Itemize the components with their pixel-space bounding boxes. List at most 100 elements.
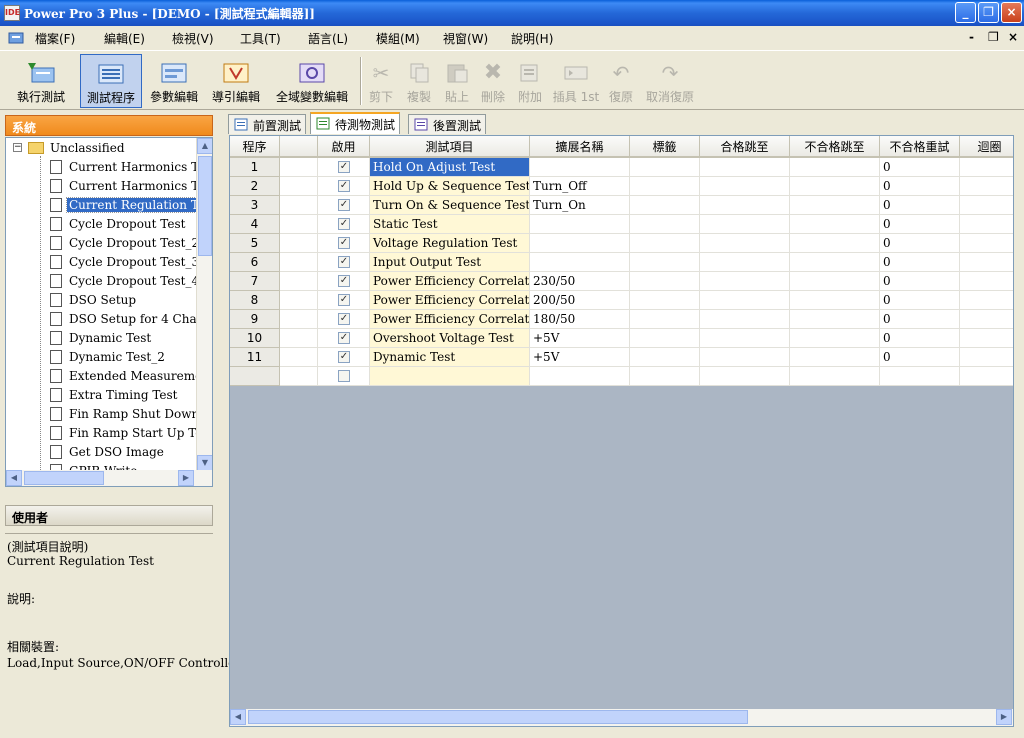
tree-item[interactable]: Get DSO Image [6, 443, 196, 462]
row-number-cell[interactable]: 1 [230, 158, 280, 177]
grid-column-header[interactable]: 標籤 [630, 136, 700, 158]
hscroll-thumb[interactable] [24, 471, 104, 485]
tree-item[interactable]: Dynamic Test_2 [6, 348, 196, 367]
grid-cell[interactable] [280, 234, 318, 253]
extension-name-cell[interactable]: 200/50 [530, 291, 630, 310]
mdi-restore-button[interactable]: ❐ [988, 30, 999, 44]
grid-cell[interactable] [790, 158, 880, 177]
tree-item[interactable]: DSO Setup for 4 Channels [6, 310, 212, 329]
grid-cell[interactable] [280, 196, 318, 215]
grid-hscroll-thumb[interactable] [248, 710, 748, 724]
grid-cell[interactable] [630, 177, 700, 196]
grid-cell[interactable] [630, 310, 700, 329]
cut-button[interactable]: ✂ 剪下 [364, 54, 398, 108]
test-item-cell[interactable]: Hold Up & Sequence Test [370, 177, 530, 196]
test-item-cell[interactable]: Turn On & Sequence Test [370, 196, 530, 215]
fail-retry-cell[interactable]: 0 [880, 310, 960, 329]
menu-module[interactable]: 模組(M) [376, 30, 420, 47]
scroll-left-button[interactable]: ◀ [6, 470, 22, 486]
row-number-cell[interactable]: 3 [230, 196, 280, 215]
grid-cell[interactable] [280, 367, 318, 386]
tree-item[interactable]: Extended Measurement Te [6, 367, 212, 386]
row-number-cell[interactable]: 6 [230, 253, 280, 272]
grid-cell[interactable] [960, 310, 1013, 329]
test-item-cell[interactable] [370, 367, 530, 386]
grid-cell[interactable] [630, 158, 700, 177]
tree-item[interactable]: Extra Timing Test [6, 386, 196, 405]
grid-cell[interactable] [700, 234, 790, 253]
enabled-checkbox[interactable]: ✓ [338, 351, 350, 363]
grid-cell[interactable] [960, 253, 1013, 272]
grid-cell[interactable] [700, 272, 790, 291]
scroll-right-button[interactable]: ▶ [178, 470, 194, 486]
tab-post-test[interactable]: 後置測試 [408, 114, 487, 134]
test-item-cell[interactable]: Hold On Adjust Test [370, 158, 530, 177]
grid-cell[interactable] [960, 196, 1013, 215]
grid-cell[interactable] [790, 329, 880, 348]
extension-name-cell[interactable]: Turn_On [530, 196, 630, 215]
grid-cell[interactable] [790, 253, 880, 272]
extension-name-cell[interactable] [530, 158, 630, 177]
enabled-checkbox[interactable]: ✓ [338, 180, 350, 192]
grid-cell[interactable] [700, 196, 790, 215]
enabled-checkbox[interactable]: ✓ [338, 199, 350, 211]
document-menu-icon[interactable] [8, 31, 24, 45]
row-number-cell[interactable]: 4 [230, 215, 280, 234]
grid-cell[interactable] [790, 310, 880, 329]
grid-column-header[interactable]: 擴展名稱 [530, 136, 630, 158]
grid-cell[interactable] [700, 291, 790, 310]
fail-retry-cell[interactable]: 0 [880, 272, 960, 291]
fail-retry-cell[interactable]: 0 [880, 196, 960, 215]
tree-item[interactable]: Cycle Dropout Test_2 [6, 234, 199, 253]
tree-item[interactable]: Current Regulation Test [6, 196, 212, 215]
grid-cell[interactable] [790, 234, 880, 253]
grid-column-header[interactable]: 不合格跳至 [790, 136, 880, 158]
insert-button[interactable]: 插具 1st [551, 54, 601, 108]
grid-cell[interactable] [630, 291, 700, 310]
grid-cell[interactable] [960, 367, 1013, 386]
grid-cell[interactable] [700, 215, 790, 234]
menu-window[interactable]: 視窗(W) [443, 30, 488, 47]
extension-name-cell[interactable]: 180/50 [530, 310, 630, 329]
fail-retry-cell[interactable]: 0 [880, 291, 960, 310]
grid-cell[interactable] [280, 272, 318, 291]
tab-pre-test[interactable]: 前置測試 [228, 114, 307, 134]
grid-cell[interactable] [630, 348, 700, 367]
copy-button[interactable]: 複製 [402, 54, 436, 108]
enabled-cell[interactable]: ✓ [318, 177, 370, 196]
grid-cell[interactable] [280, 310, 318, 329]
grid-cell[interactable] [280, 348, 318, 367]
fail-retry-cell[interactable]: 0 [880, 253, 960, 272]
menu-tools[interactable]: 工具(T) [240, 30, 281, 47]
row-number-cell[interactable]: 8 [230, 291, 280, 310]
menu-edit[interactable]: 編輯(E) [104, 30, 145, 47]
grid-cell[interactable] [630, 196, 700, 215]
enabled-cell[interactable]: ✓ [318, 234, 370, 253]
row-number-cell[interactable]: 2 [230, 177, 280, 196]
tree-vertical-scrollbar[interactable]: ▲ ▼ [196, 138, 212, 471]
row-number-cell[interactable]: 5 [230, 234, 280, 253]
grid-column-header[interactable]: 不合格重試 [880, 136, 960, 158]
enabled-cell[interactable]: ✓ [318, 272, 370, 291]
run-test-button[interactable]: 執行測試 [8, 54, 74, 108]
grid-column-header[interactable]: 合格跳至 [700, 136, 790, 158]
grid-cell[interactable] [790, 348, 880, 367]
scroll-down-button[interactable]: ▼ [197, 455, 212, 471]
fail-retry-cell[interactable]: 0 [880, 215, 960, 234]
extension-name-cell[interactable] [530, 215, 630, 234]
grid-cell[interactable] [700, 367, 790, 386]
test-item-cell[interactable]: Static Test [370, 215, 530, 234]
extension-name-cell[interactable] [530, 253, 630, 272]
scroll-up-button[interactable]: ▲ [197, 138, 212, 154]
extension-name-cell[interactable] [530, 234, 630, 253]
grid-scroll-right-button[interactable]: ▶ [996, 709, 1012, 725]
enabled-cell[interactable]: ✓ [318, 291, 370, 310]
redo-button[interactable]: ↷ 取消復原 [642, 54, 698, 108]
grid-cell[interactable] [790, 177, 880, 196]
grid-cell[interactable] [790, 291, 880, 310]
grid-horizontal-scrollbar[interactable]: ◀ ▶ [230, 709, 1013, 726]
user-panel-header[interactable]: 使用者 [5, 505, 213, 526]
title-bar[interactable]: IDE Power Pro 3 Plus - [DEMO - [測試程式編輯器]… [0, 0, 1024, 26]
menu-view[interactable]: 檢視(V) [172, 30, 214, 47]
grid-cell[interactable] [280, 329, 318, 348]
